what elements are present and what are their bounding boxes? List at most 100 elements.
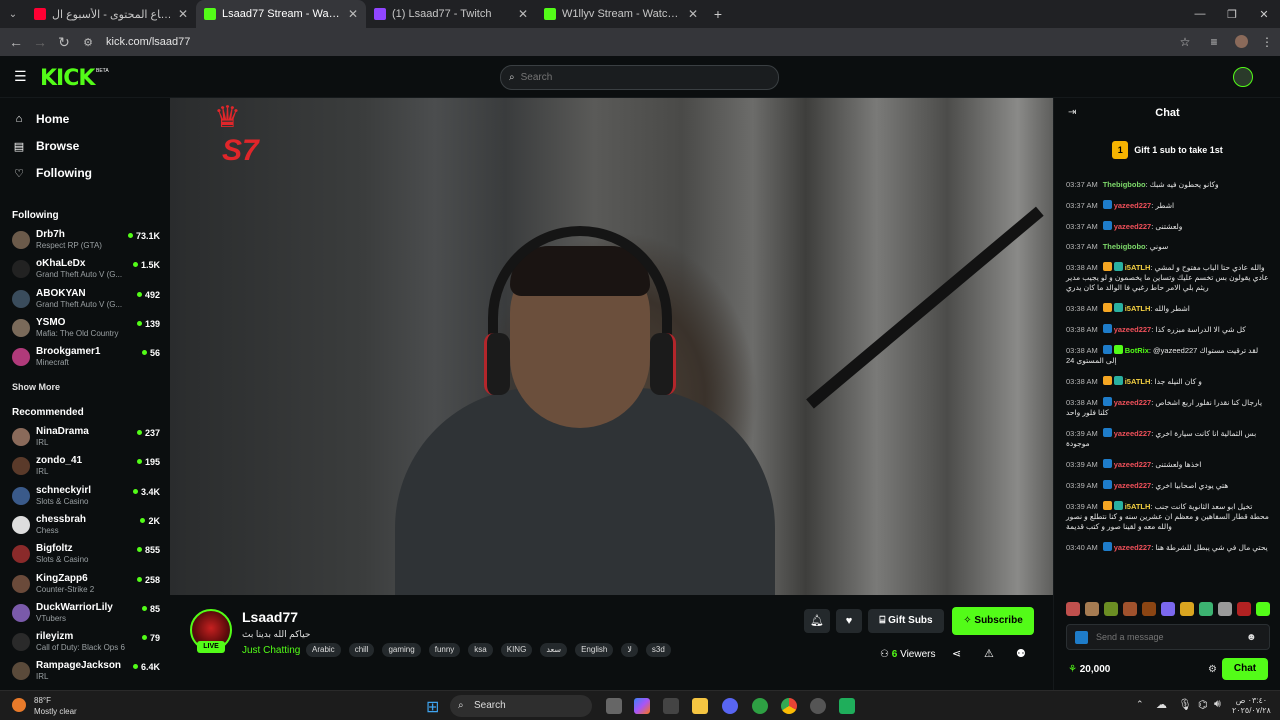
chat-username[interactable]: i5ATLH	[1125, 377, 1151, 386]
nav-following[interactable]: ♡ Following	[12, 166, 92, 180]
system-clock[interactable]: ٠٣:٤٠ ص ٢٠٢٥/٠٧/٢٨	[1232, 696, 1271, 716]
stream-tag[interactable]: Arabic	[306, 643, 341, 657]
emote-icon[interactable]	[1256, 602, 1270, 616]
windows-start-icon[interactable]: ⊞	[426, 697, 439, 717]
channel-item[interactable]: zondo_41 IRL 195	[12, 454, 160, 480]
tab-close-icon[interactable]: ✕	[348, 7, 358, 21]
chat-message-input[interactable]	[1096, 632, 1246, 642]
report-icon[interactable]: ⚠	[984, 647, 994, 660]
channel-item[interactable]: rileyizm Call of Duty: Black Ops 6 79	[12, 630, 160, 656]
file-explorer-icon[interactable]	[692, 698, 708, 714]
bookmark-star-icon[interactable]: ☆	[1170, 35, 1200, 49]
profile-avatar[interactable]	[1228, 35, 1254, 49]
video-player[interactable]: ♛ S7	[170, 98, 1053, 595]
stream-tag[interactable]: لا	[621, 643, 638, 657]
chat-username[interactable]: i5ATLH	[1125, 502, 1151, 511]
weather-widget[interactable]: 88°F Mostly clear	[34, 695, 77, 717]
network-icon[interactable]: ⌬	[1198, 698, 1208, 711]
browser-tab-1[interactable]: Lsaad77 Stream - Watch Live on ✕	[196, 0, 366, 28]
chat-username[interactable]: yazeed227	[1114, 481, 1152, 490]
stream-tag[interactable]: s3d	[645, 643, 671, 657]
chat-username[interactable]: BotRix	[1125, 346, 1149, 355]
channel-item[interactable]: Drb7h Respect RP (GTA) 73.1K	[12, 228, 160, 254]
share-icon[interactable]: ⋖	[952, 647, 961, 660]
channel-item[interactable]: Brookgamer1 Minecraft 56	[12, 345, 160, 371]
emote-icon[interactable]	[1142, 602, 1156, 616]
forward-icon[interactable]: →	[28, 34, 52, 50]
chat-username[interactable]: yazeed227	[1114, 543, 1152, 552]
browser-tab-0[interactable]: دوري صناع المحتوى - الأسبوع ال ✕	[26, 0, 196, 28]
task-view-icon[interactable]	[606, 698, 622, 714]
emoji-icon[interactable]: ☻	[1246, 632, 1257, 643]
copilot-icon[interactable]	[634, 698, 650, 714]
chat-username[interactable]: Thebigbobo	[1103, 180, 1146, 189]
emote-icon[interactable]	[1104, 602, 1118, 616]
stream-tag[interactable]: KING	[500, 643, 533, 657]
stream-category[interactable]: Just Chatting	[242, 645, 300, 656]
media-icon[interactable]: ≡	[1200, 35, 1228, 49]
emote-icon[interactable]	[1085, 602, 1099, 616]
chrome-icon[interactable]	[781, 698, 797, 714]
emote-icon[interactable]	[1218, 602, 1232, 616]
microphone-icon[interactable]: 🎙︎	[1178, 698, 1192, 711]
xbox-icon[interactable]	[752, 698, 768, 714]
emote-icon[interactable]	[1180, 602, 1194, 616]
user-avatar[interactable]	[1233, 67, 1253, 87]
stream-tag[interactable]: سعد	[540, 643, 568, 657]
channel-item[interactable]: KingZapp6 Counter-Strike 2 258	[12, 572, 160, 598]
kick-app-icon[interactable]	[839, 698, 855, 714]
send-chat-button[interactable]: Chat	[1222, 658, 1268, 680]
tab-search-icon[interactable]: ⌄	[0, 9, 26, 20]
chat-username[interactable]: Thebigbobo	[1103, 242, 1146, 251]
follow-heart-button[interactable]: ♥	[836, 609, 862, 633]
chat-username[interactable]: yazeed227	[1114, 429, 1152, 438]
taskbar-search[interactable]: ⌕ Search	[450, 695, 592, 717]
chat-username[interactable]: yazeed227	[1114, 460, 1152, 469]
kick-logo[interactable]: KICK	[40, 66, 95, 91]
chat-input-box[interactable]: ☻	[1066, 624, 1270, 650]
subscribe-button[interactable]: ✧ Subscribe	[952, 607, 1034, 635]
close-window-icon[interactable]: ✕	[1248, 8, 1280, 21]
streamer-name[interactable]: Lsaad77	[242, 609, 298, 625]
emote-icon[interactable]	[1066, 602, 1080, 616]
tray-chevron-icon[interactable]: ⌃	[1136, 699, 1144, 710]
channel-points[interactable]: ⚘ 20,000	[1068, 664, 1110, 675]
stream-tag[interactable]: funny	[428, 643, 461, 657]
channel-item[interactable]: Bigfoltz Slots & Casino 855	[12, 542, 160, 568]
chat-username[interactable]: i5ATLH	[1125, 304, 1151, 313]
stream-tag[interactable]: ksa	[468, 643, 493, 657]
emote-icon[interactable]	[1161, 602, 1175, 616]
channel-item[interactable]: chessbrah Chess 2K	[12, 513, 160, 539]
stream-tag[interactable]: English	[575, 643, 614, 657]
channel-item[interactable]: YSMO Mafia: The Old Country 139	[12, 316, 160, 342]
emote-icon[interactable]	[1237, 602, 1251, 616]
minimize-icon[interactable]: —	[1184, 8, 1216, 21]
channel-item[interactable]: ABOKYAN Grand Theft Auto V (G... 492	[12, 287, 160, 313]
tab-close-icon[interactable]: ✕	[518, 7, 528, 21]
gift-subs-button[interactable]: ⌸ Gift Subs	[868, 609, 944, 633]
gift-leaderboard-banner[interactable]: 1 Gift 1 sub to take 1st	[1054, 138, 1280, 162]
tab-close-icon[interactable]: ✕	[688, 7, 698, 21]
store-icon[interactable]	[663, 698, 679, 714]
chat-username[interactable]: yazeed227	[1114, 398, 1152, 407]
url-text[interactable]: kick.com/lsaad77	[106, 36, 190, 48]
maximize-icon[interactable]: ❐	[1216, 8, 1248, 21]
onedrive-icon[interactable]: ☁	[1156, 698, 1167, 711]
channel-item[interactable]: NinaDrama IRL 237	[12, 425, 160, 451]
nav-home[interactable]: ⌂ Home	[12, 112, 70, 126]
settings-app-icon[interactable]	[810, 698, 826, 714]
more-options-icon[interactable]: ⚉	[1016, 647, 1026, 660]
show-more-link[interactable]: Show More	[12, 382, 60, 392]
tab-close-icon[interactable]: ✕	[178, 7, 188, 21]
nav-browse[interactable]: ▤ Browse	[12, 139, 80, 153]
reload-icon[interactable]: ↻	[52, 34, 76, 51]
emote-icon[interactable]	[1199, 602, 1213, 616]
stream-tag[interactable]: chill	[348, 643, 375, 657]
chat-username[interactable]: yazeed227	[1114, 201, 1152, 210]
site-info-icon[interactable]: ⚙	[76, 36, 100, 49]
browser-tab-3[interactable]: W1llyv Stream - Watch Live on ✕	[536, 0, 706, 28]
browser-tab-2[interactable]: (1) Lsaad77 - Twitch ✕	[366, 0, 536, 28]
browser-menu-icon[interactable]: ⋮	[1254, 35, 1280, 49]
emote-icon[interactable]	[1123, 602, 1137, 616]
channel-item[interactable]: oKhaLeDx Grand Theft Auto V (G... 1.5K	[12, 257, 160, 283]
